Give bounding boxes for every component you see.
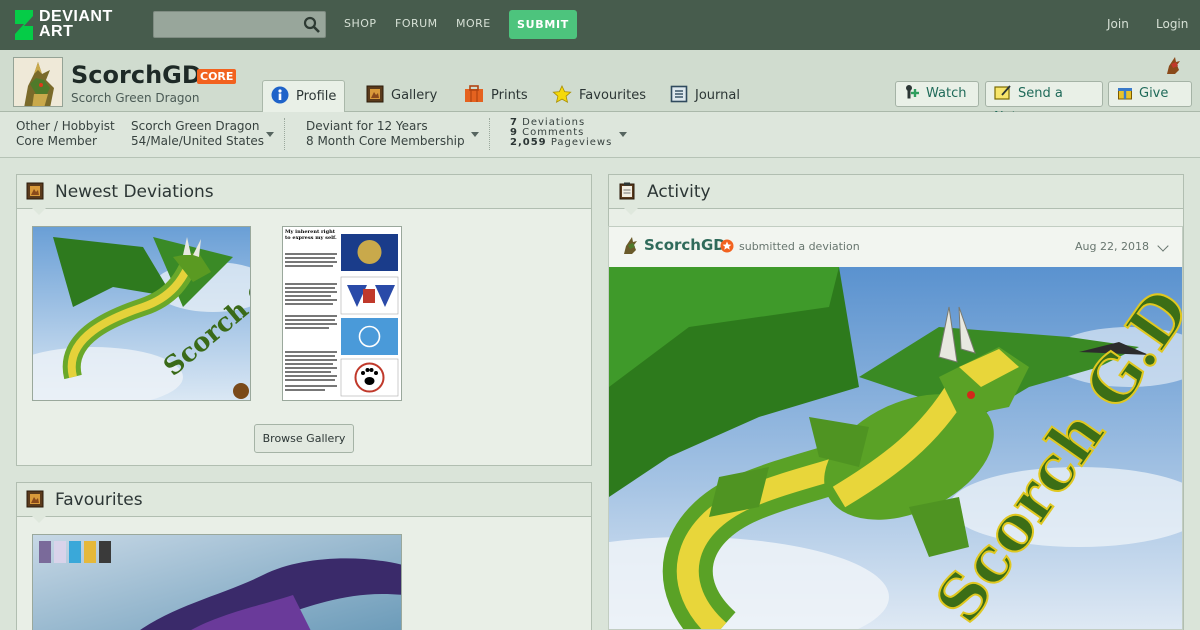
chevron-down-icon[interactable] (471, 132, 479, 137)
gallery-icon (26, 490, 44, 508)
give-button[interactable]: Give (1108, 81, 1192, 119)
give-label: Give (1139, 86, 1169, 101)
tab-journal[interactable]: Journal (662, 80, 748, 113)
dragon-artwork-image: Scorch G.D. (609, 267, 1182, 629)
member-details[interactable]: Scorch Green Dragon 54/Male/United State… (131, 119, 264, 149)
tab-favourites-label: Favourites (579, 88, 646, 103)
logo-line-1: DEVIANT (39, 8, 113, 25)
dragon-artwork-image: Scorch G.D. (33, 227, 250, 400)
profile-tagline: Scorch Green Dragon (71, 91, 200, 105)
profile-header: ScorchGD CORE Scorch Green Dragon Profil… (0, 50, 1200, 125)
submit-button[interactable]: SUBMIT (509, 10, 577, 39)
panel-header: Activity (609, 175, 1183, 209)
favourite-thumbnail[interactable] (32, 534, 402, 630)
panel-header: Favourites (17, 483, 591, 517)
note-icon (994, 85, 1011, 100)
panel-notch (32, 208, 46, 215)
core-duration: 8 Month Core Membership (306, 134, 465, 148)
tab-journal-label: Journal (695, 88, 740, 103)
nav-forum[interactable]: FORUM (395, 17, 438, 30)
watch-icon (906, 85, 919, 99)
activity-item: ScorchGD submitted a deviation Aug 22, 2… (608, 226, 1183, 630)
divider (284, 118, 285, 150)
tab-gallery[interactable]: Gallery (358, 80, 445, 113)
age-gender-location: 54/Male/United States (131, 134, 265, 148)
member-type: Other / Hobbyist Core Member (16, 119, 115, 149)
panel-notch (624, 208, 638, 215)
gift-icon (1118, 88, 1132, 100)
tab-gallery-label: Gallery (391, 88, 438, 103)
logo-line-2: ART (39, 23, 74, 40)
clipboard-icon (619, 182, 635, 200)
chevron-down-icon[interactable] (1157, 240, 1169, 252)
browse-gallery-button[interactable]: Browse Gallery (254, 424, 354, 453)
tab-profile-label: Profile (296, 89, 337, 104)
core-badge: CORE (197, 69, 237, 84)
watch-label: Watch (926, 86, 967, 101)
activity-verb: submitted a deviation (739, 240, 860, 253)
activity-username[interactable]: ScorchGD (644, 236, 726, 254)
member-type-label: Other / Hobbyist (16, 119, 115, 133)
profile-username[interactable]: ScorchGD (71, 61, 202, 89)
divider (489, 118, 490, 150)
core-member-icon (720, 239, 734, 253)
send-note-button[interactable]: Send a Note (985, 81, 1103, 125)
purple-dragon-image (33, 535, 401, 630)
stat-pageviews: 2,059 Pageviews (510, 137, 613, 148)
deviantart-logo[interactable]: DEVIANT ART (13, 9, 133, 41)
prints-icon (465, 85, 483, 102)
journal-icon (670, 85, 688, 103)
tab-favourites[interactable]: Favourites (544, 80, 654, 113)
tab-profile[interactable]: Profile (262, 80, 346, 113)
activity-date[interactable]: Aug 22, 2018 (1075, 240, 1149, 253)
top-navigation-bar: DEVIANT ART SHOP FORUM MORE SUBMIT Join … (0, 0, 1200, 50)
panel-notch (32, 516, 46, 523)
gallery-icon (26, 182, 44, 200)
document-image: My inherent right to express my self. (283, 227, 401, 400)
deviant-for: Deviant for 12 Years (306, 119, 428, 133)
dragon-avatar-image (14, 58, 62, 106)
profile-icon (271, 86, 289, 104)
chevron-down-icon[interactable] (619, 132, 627, 137)
chevron-down-icon[interactable] (266, 132, 274, 137)
deviation-preview[interactable]: Scorch G.D. (609, 267, 1182, 629)
nav-more[interactable]: MORE (456, 17, 491, 30)
avatar[interactable] (13, 57, 63, 107)
tab-prints[interactable]: Prints (456, 80, 536, 113)
activity-title: Activity (647, 182, 711, 202)
tab-prints-label: Prints (491, 88, 528, 103)
panel-header: Newest Deviations (17, 175, 591, 209)
profile-info-bar: Other / Hobbyist Core Member Scorch Gree… (0, 112, 1200, 158)
deviation-thumbnail[interactable]: Scorch G.D. (32, 226, 251, 401)
login-link[interactable]: Login (1156, 17, 1188, 31)
profile-stats[interactable]: 7 Deviations 9 Comments 2,059 Pageviews (510, 118, 612, 148)
user-avatar-icon[interactable] (621, 237, 639, 255)
nav-shop[interactable]: SHOP (344, 17, 377, 30)
search-input[interactable] (153, 11, 326, 38)
gallery-icon (366, 85, 384, 103)
star-icon (552, 85, 572, 103)
membership-history[interactable]: Deviant for 12 Years 8 Month Core Member… (306, 119, 465, 149)
join-link[interactable]: Join (1107, 17, 1129, 31)
newest-deviations-title: Newest Deviations (55, 182, 214, 202)
deviation-thumbnail[interactable]: My inherent right to express my self. (282, 226, 402, 401)
mini-dragon-icon[interactable] (1163, 56, 1183, 76)
favourites-title: Favourites (55, 490, 143, 510)
membership-label: Core Member (16, 134, 97, 148)
document-title: My inherent right to express my self. (285, 229, 337, 241)
watch-button[interactable]: Watch (895, 81, 979, 107)
deviantart-logo-icon (15, 10, 33, 40)
real-name: Scorch Green Dragon (131, 119, 260, 133)
search-icon[interactable] (303, 16, 321, 34)
